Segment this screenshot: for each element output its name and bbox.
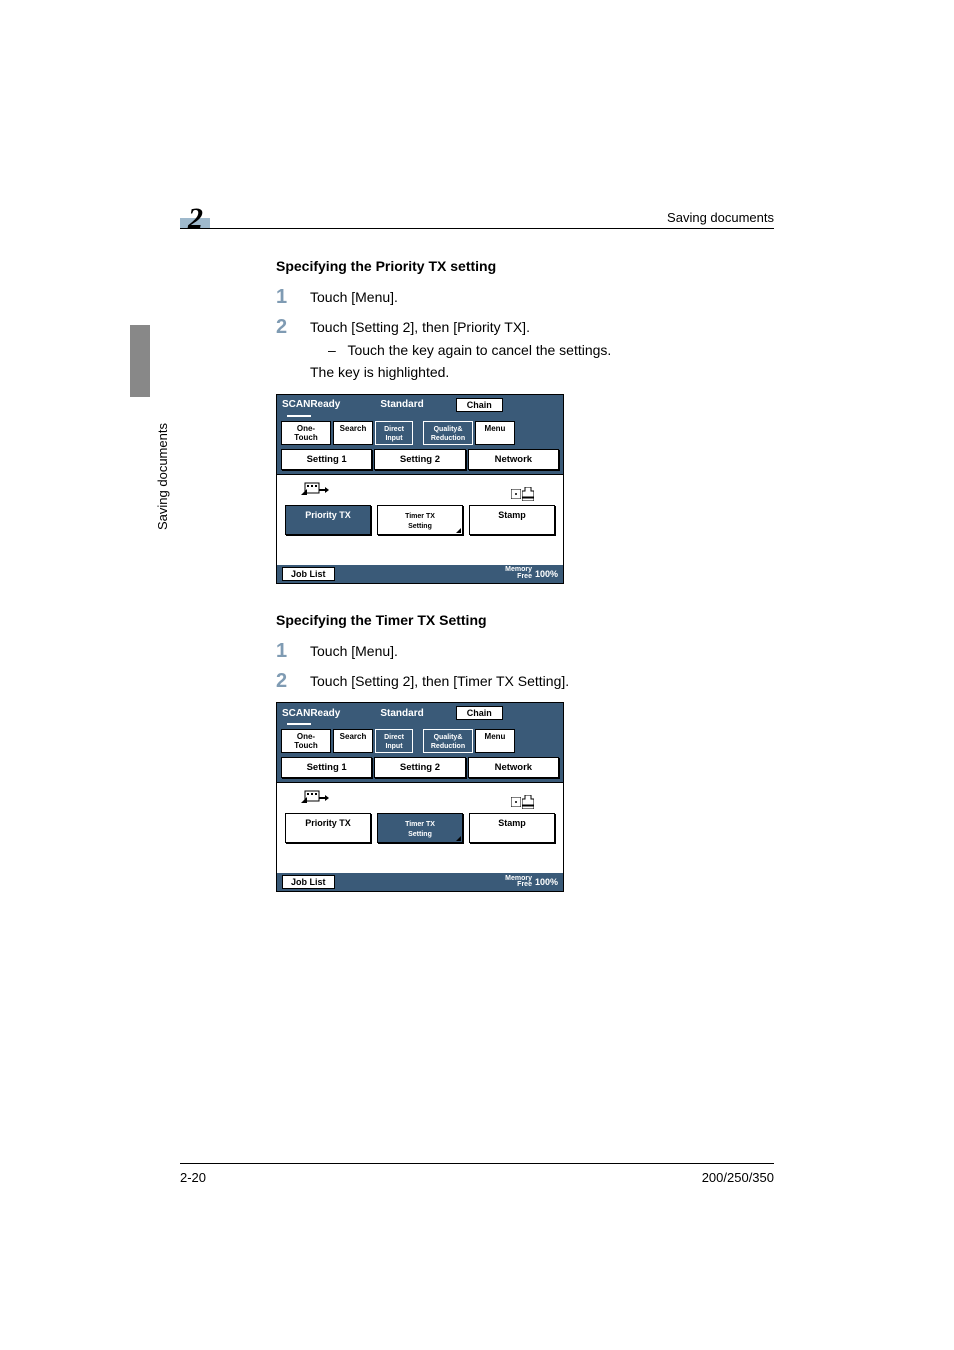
joblist-button[interactable]: Job List <box>282 567 335 581</box>
page-number: 2-20 <box>180 1170 206 1185</box>
ss-ready-label: SCANReady <box>282 399 340 410</box>
timer-tx-setting-button[interactable]: Timer TXSetting <box>377 505 463 535</box>
ss-statusbar: Job List MemoryFree 100% <box>277 565 563 583</box>
ss-tab-row2: Setting 1 Setting 2 Network <box>277 447 563 474</box>
direct-input-button[interactable]: DirectInput <box>375 729 413 753</box>
step-number: 1 <box>276 286 310 308</box>
quality-reduction-button[interactable]: Quality&Reduction <box>423 729 473 753</box>
step2-sub-dash: – <box>328 342 347 358</box>
setting1-tab[interactable]: Setting 1 <box>281 757 372 778</box>
ss-ready-label: SCANReady <box>282 708 340 719</box>
section2-step2: 2 Touch [Setting 2], then [Timer TX Sett… <box>276 670 774 692</box>
search-button[interactable]: Search <box>333 729 373 753</box>
memory-indicator: MemoryFree 100% <box>505 567 558 580</box>
menu-button[interactable]: Menu <box>475 421 515 445</box>
stamp-icon <box>511 485 535 503</box>
section1-step2: 2 Touch [Setting 2], then [Priority TX].… <box>276 316 774 383</box>
direct-input-button[interactable]: DirectInput <box>375 421 413 445</box>
ss-titlebar: SCANReady Standard Chain <box>277 703 563 723</box>
ss-body: Priority TX Timer TXSetting Stamp <box>277 782 563 873</box>
priority-tx-button[interactable]: Priority TX <box>285 813 371 843</box>
device-screenshot-2: SCANReady Standard Chain One-Touch Searc… <box>276 702 564 892</box>
ss-divider <box>287 723 311 725</box>
section2-step1: 1 Touch [Menu]. <box>276 640 774 662</box>
step-number: 1 <box>276 640 310 662</box>
setting2-tab[interactable]: Setting 2 <box>374 449 465 470</box>
search-button[interactable]: Search <box>333 421 373 445</box>
step-text: Touch [Menu]. <box>310 286 398 308</box>
step2-sub2: The key is highlighted. <box>310 364 449 380</box>
model-number: 200/250/350 <box>702 1170 774 1185</box>
onetouch-button[interactable]: One-Touch <box>281 729 331 753</box>
ss-standard-label: Standard <box>380 708 423 719</box>
ss-tab-row1: One-Touch Search DirectInput Quality&Red… <box>277 419 563 447</box>
stamp-button[interactable]: Stamp <box>469 505 555 535</box>
priority-tx-button[interactable]: Priority TX <box>285 505 371 535</box>
quality-reduction-button[interactable]: Quality&Reduction <box>423 421 473 445</box>
step-text: Touch [Setting 2], then [Priority TX]. –… <box>310 316 611 383</box>
chain-button[interactable]: Chain <box>456 398 503 412</box>
stamp-icon <box>511 793 535 811</box>
onetouch-button[interactable]: One-Touch <box>281 421 331 445</box>
step2-sub1: Touch the key again to cancel the settin… <box>347 342 611 358</box>
chain-button[interactable]: Chain <box>456 706 503 720</box>
setting2-tab[interactable]: Setting 2 <box>374 757 465 778</box>
stamp-button[interactable]: Stamp <box>469 813 555 843</box>
priority-icon <box>301 481 329 501</box>
network-tab[interactable]: Network <box>468 757 559 778</box>
device-screenshot-1: SCANReady Standard Chain One-Touch Searc… <box>276 394 564 584</box>
ss-statusbar: Job List MemoryFree 100% <box>277 873 563 891</box>
step-number: 2 <box>276 316 310 383</box>
page-footer: 2-20 200/250/350 <box>180 1163 774 1185</box>
step-text: Touch [Setting 2], then [Timer TX Settin… <box>310 670 569 692</box>
timer-tx-setting-button[interactable]: Timer TXSetting <box>377 813 463 843</box>
ss-tab-row2: Setting 1 Setting 2 Network <box>277 755 563 782</box>
ss-titlebar: SCANReady Standard Chain <box>277 395 563 415</box>
ss-standard-label: Standard <box>380 399 423 410</box>
menu-button[interactable]: Menu <box>475 729 515 753</box>
network-tab[interactable]: Network <box>468 449 559 470</box>
section1-title: Specifying the Priority TX setting <box>276 258 774 274</box>
joblist-button[interactable]: Job List <box>282 875 335 889</box>
section1-step1: 1 Touch [Menu]. <box>276 286 774 308</box>
setting1-tab[interactable]: Setting 1 <box>281 449 372 470</box>
memory-percent: 100% <box>535 569 558 579</box>
priority-icon <box>301 789 329 809</box>
ss-body: Priority TX Timer TXSetting Stamp <box>277 474 563 565</box>
step2-main: Touch [Setting 2], then [Priority TX]. <box>310 319 530 335</box>
memory-indicator: MemoryFree 100% <box>505 876 558 889</box>
step-text: Touch [Menu]. <box>310 640 398 662</box>
ss-divider <box>287 415 311 417</box>
section2-title: Specifying the Timer TX Setting <box>276 612 774 628</box>
step-number: 2 <box>276 670 310 692</box>
memory-percent: 100% <box>535 877 558 887</box>
ss-tab-row1: One-Touch Search DirectInput Quality&Red… <box>277 727 563 755</box>
